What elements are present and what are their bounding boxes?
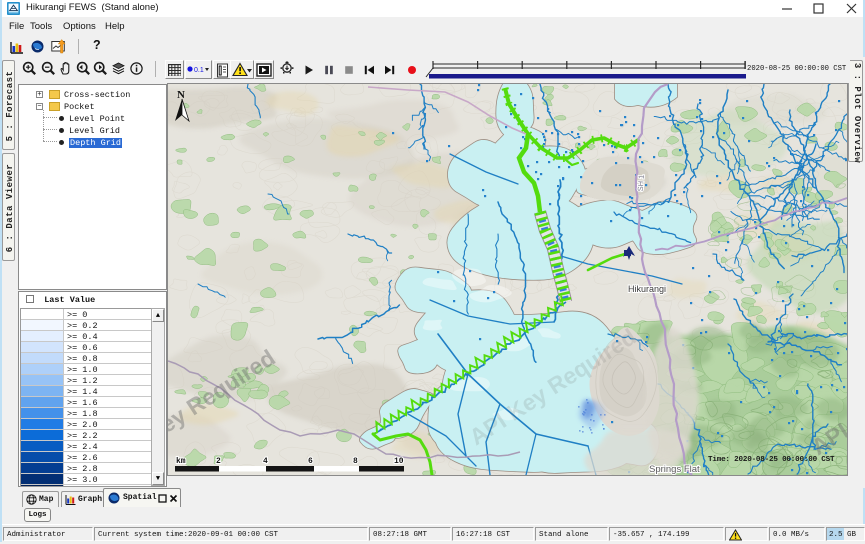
svg-text:10: 10 [394,457,404,466]
svg-text:N: N [177,89,185,101]
svg-text:Time: 2020-08-25 00:00:00 CST: Time: 2020-08-25 00:00:00 CST [708,456,835,464]
svg-text:km: km [176,457,186,466]
svg-text:6: 6 [308,457,313,466]
svg-text:8: 8 [353,457,358,466]
svg-text:0.1: 0.1 [194,67,204,74]
svg-text:2: 2 [216,457,221,466]
svg-text:Hikurangi: Hikurangi [628,284,666,294]
svg-text:4: 4 [263,457,268,466]
svg-text:SH 1: SH 1 [636,174,646,191]
svg-text:Springs Flat: Springs Flat [649,464,700,475]
